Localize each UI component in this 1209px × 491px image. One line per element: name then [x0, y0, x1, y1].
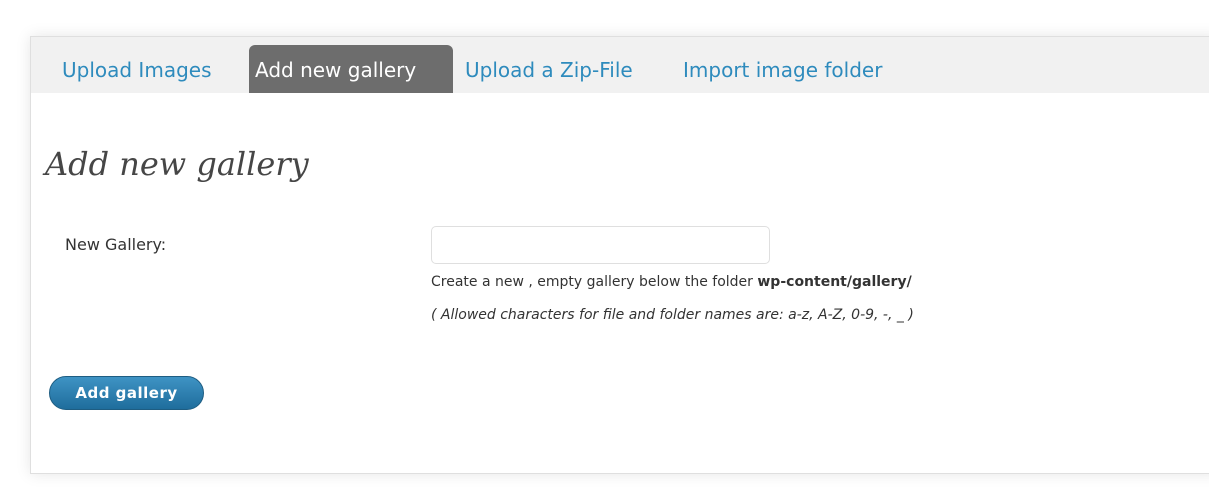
description-text: Create a new , empty gallery below the f…: [431, 274, 758, 290]
page-title: Add new gallery: [45, 145, 309, 183]
gallery-panel: Upload Images Add new gallery Upload a Z…: [30, 36, 1209, 474]
tab-add-new-gallery[interactable]: Add new gallery: [249, 45, 453, 93]
gallery-path: wp-content/gallery/: [757, 274, 912, 290]
allowed-characters-note: ( Allowed characters for file and folder…: [431, 307, 914, 323]
tab-import-image-folder[interactable]: Import image folder: [677, 45, 888, 93]
new-gallery-label: New Gallery:: [65, 235, 167, 254]
tab-bar: Upload Images Add new gallery Upload a Z…: [31, 37, 1209, 93]
gallery-description: Create a new , empty gallery below the f…: [431, 274, 912, 290]
add-gallery-button[interactable]: Add gallery: [49, 376, 204, 410]
new-gallery-input[interactable]: [431, 226, 770, 264]
tab-upload-images[interactable]: Upload Images: [56, 45, 218, 93]
tab-upload-zip-file[interactable]: Upload a Zip-File: [459, 45, 639, 93]
